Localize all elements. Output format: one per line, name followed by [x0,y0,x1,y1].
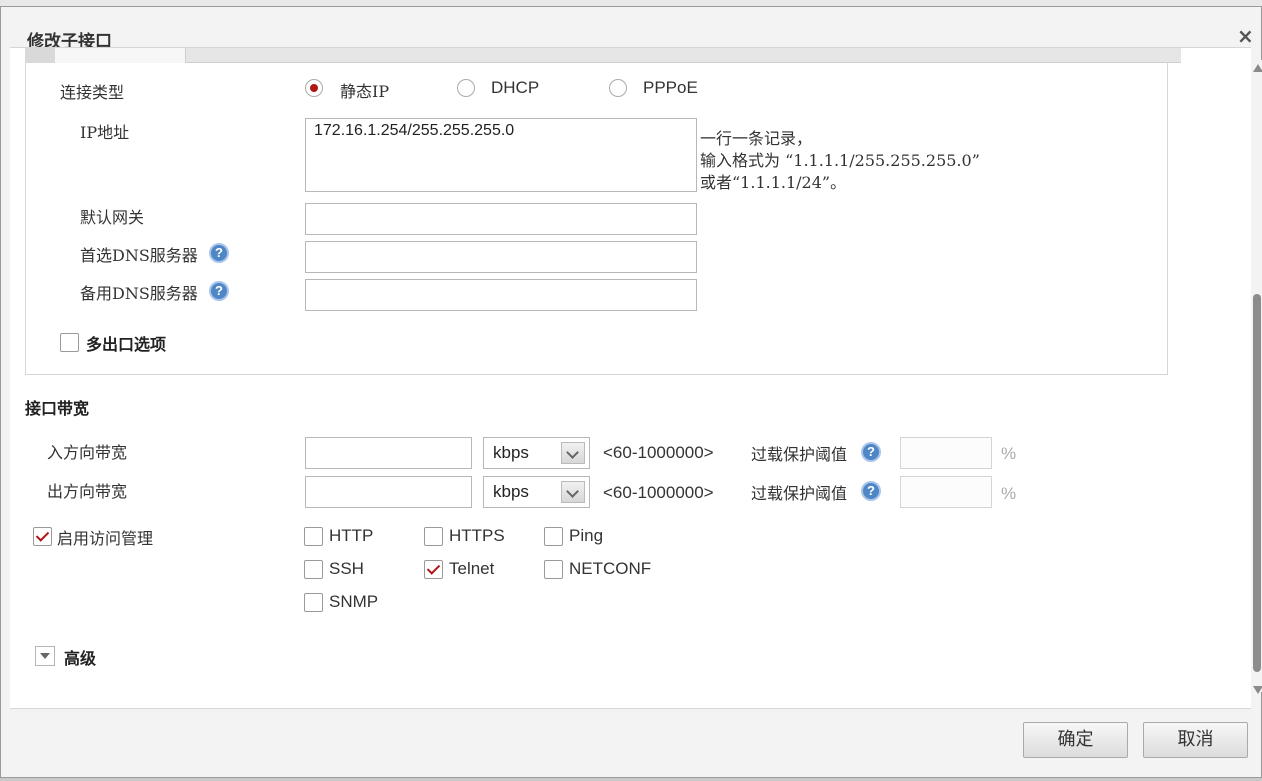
outbound-bandwidth-label: 出方向带宽 [47,482,128,501]
ping-checkbox[interactable] [544,527,563,546]
outbound-unit-select[interactable]: kbps [483,476,590,508]
ip-address-textarea[interactable]: 172.16.1.254/255.255.255.0 [305,118,697,192]
inbound-unit-select[interactable]: kbps [483,437,590,469]
help-icon[interactable]: ? [209,281,229,301]
primary-dns-input[interactable] [305,241,697,273]
telnet-checkbox[interactable] [424,560,443,579]
inbound-bandwidth-input[interactable] [305,437,472,469]
scroll-down-icon[interactable] [1253,686,1262,694]
ssh-checkbox[interactable] [304,560,323,579]
inbound-range: <60-1000000> [603,443,714,462]
https-label[interactable]: HTTPS [449,526,505,546]
outbound-percent: % [1001,484,1017,503]
snmp-checkbox[interactable] [304,593,323,612]
inbound-threshold-input[interactable] [900,437,992,469]
ip-hint-line2: 输入格式为 “1.1.1.1/255.255.255.0” [700,151,980,170]
help-icon[interactable]: ? [209,243,229,263]
outbound-threshold-input[interactable] [900,476,992,508]
inbound-unit-value: kbps [493,443,529,462]
outbound-range: <60-1000000> [603,483,714,502]
primary-dns-label: 首选DNS服务器 [80,246,198,265]
advanced-label[interactable]: 高级 [64,645,96,669]
radio-dhcp[interactable] [457,79,475,97]
secondary-dns-label: 备用DNS服务器 [80,284,198,303]
ip-hint-line3: 或者“1.1.1.1/24”。 [700,173,847,192]
chevron-down-icon[interactable] [561,481,585,503]
ping-label[interactable]: Ping [569,526,603,546]
ssh-label[interactable]: SSH [329,559,364,579]
scroll-up-icon[interactable] [1253,64,1262,72]
default-gateway-input[interactable] [305,203,697,235]
ip-hint-line1: 一行一条记录， [700,129,813,148]
secondary-dns-input[interactable] [305,279,697,311]
tab-left[interactable] [25,48,55,63]
radio-static-ip[interactable] [305,79,323,97]
triangle-down-icon[interactable] [35,646,55,666]
multi-exit-label[interactable]: 多出口选项 [86,331,166,355]
scrollbar-thumb[interactable] [1253,294,1261,672]
inbound-bandwidth-label: 入方向带宽 [47,443,128,462]
http-checkbox[interactable] [304,527,323,546]
radio-dhcp-label[interactable]: DHCP [491,78,539,98]
tab-strip [25,48,1181,63]
help-icon[interactable]: ? [861,481,881,501]
interface-bandwidth-title: 接口带宽 [25,399,90,418]
access-management-label[interactable]: 启用访问管理 [57,525,153,549]
chevron-down-icon[interactable] [561,442,585,464]
radio-static-ip-label[interactable]: 静态IP [340,78,389,102]
radio-pppoe-label[interactable]: PPPoE [643,78,698,98]
netconf-checkbox[interactable] [544,560,563,579]
cancel-button[interactable]: 取消 [1143,722,1248,758]
snmp-label[interactable]: SNMP [329,592,378,612]
ip-address-label: IP地址 [80,123,130,142]
outbound-bandwidth-input[interactable] [305,476,472,508]
outbound-threshold-label: 过载保护阈值 [751,484,848,503]
tab-active[interactable] [55,48,186,63]
https-checkbox[interactable] [424,527,443,546]
default-gateway-label: 默认网关 [80,208,145,227]
telnet-label[interactable]: Telnet [449,559,494,579]
close-icon[interactable]: × [1237,24,1254,48]
http-label[interactable]: HTTP [329,526,373,546]
inbound-percent: % [1001,444,1017,463]
access-management-checkbox[interactable] [33,527,52,546]
multi-exit-checkbox[interactable] [60,333,79,352]
ok-button[interactable]: 确定 [1023,722,1128,758]
connection-type-label: 连接类型 [60,83,125,102]
inbound-threshold-label: 过载保护阈值 [751,445,848,464]
radio-pppoe[interactable] [609,79,627,97]
outbound-unit-value: kbps [493,482,529,501]
netconf-label[interactable]: NETCONF [569,559,651,579]
help-icon[interactable]: ? [861,442,881,462]
